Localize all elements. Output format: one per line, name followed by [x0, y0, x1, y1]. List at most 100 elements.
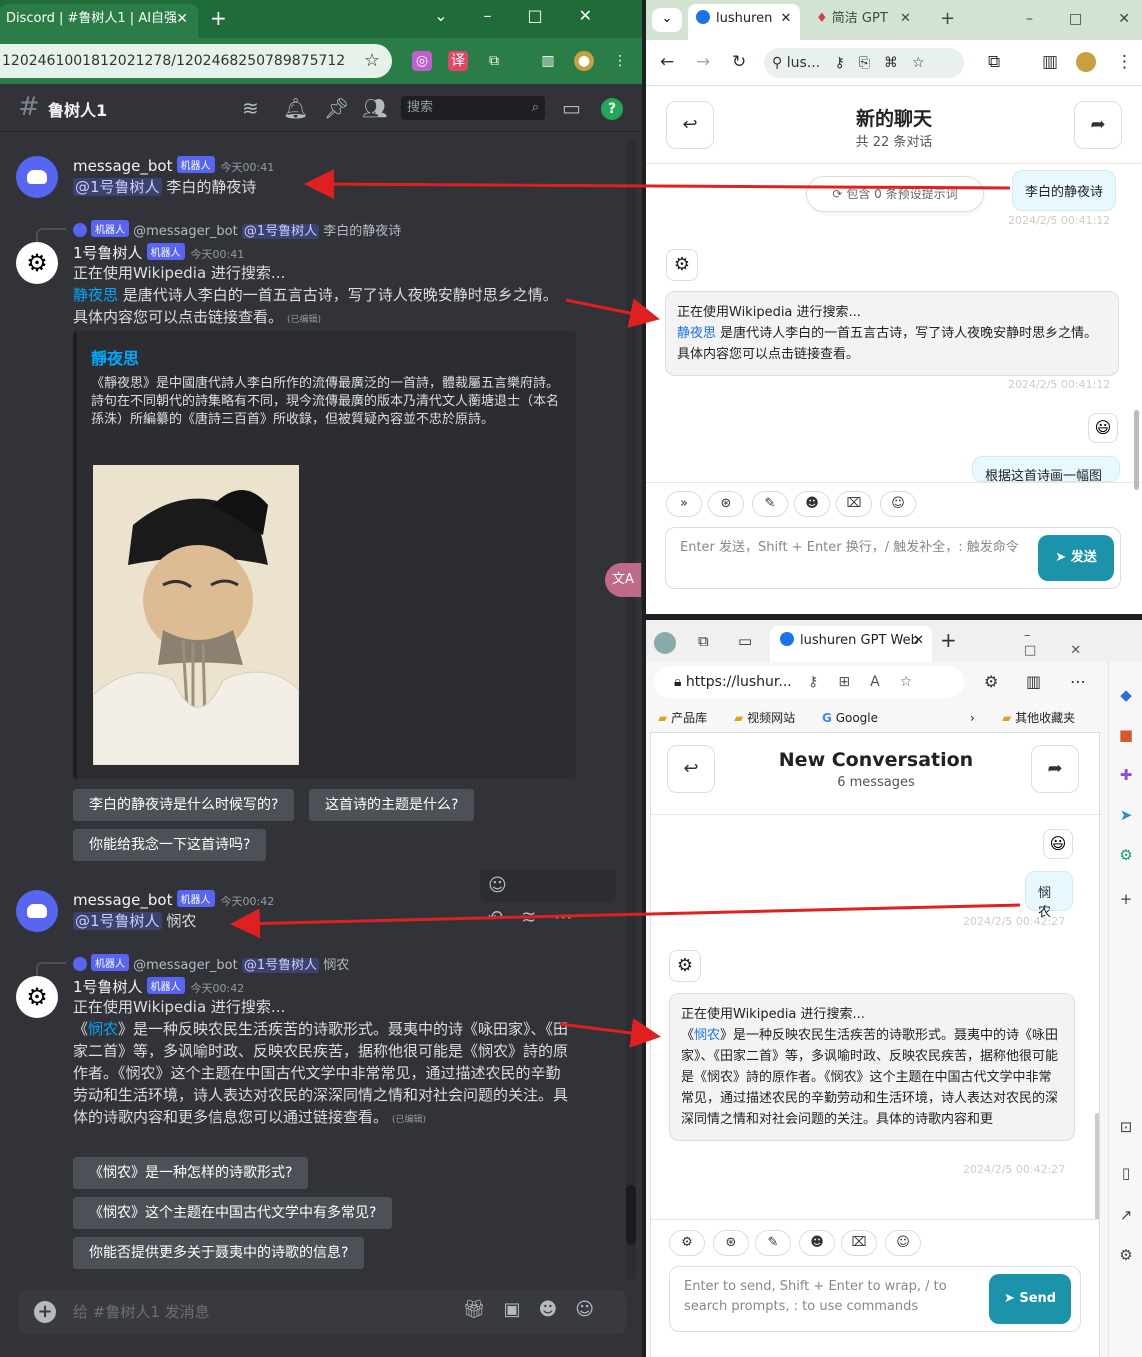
- profile-avatar[interactable]: [654, 632, 676, 654]
- bookmark-star-icon[interactable]: ☆: [364, 44, 380, 78]
- menu-kebab-icon[interactable]: ⋮: [610, 51, 630, 71]
- bell-icon[interactable]: 🔔︎: [283, 96, 308, 120]
- scroll-down-icon[interactable]: »: [666, 491, 702, 517]
- magic-wand-icon[interactable]: ✎: [752, 491, 788, 517]
- input-tools[interactable]: 🎁︎▣☻☺: [463, 1299, 612, 1320]
- extensions-icon[interactable]: ⚙: [984, 672, 998, 691]
- message-action-bar[interactable]: ☺ ↶≋⋯: [480, 870, 616, 928]
- profile-avatar[interactable]: ●: [574, 51, 594, 71]
- forward-icon[interactable]: →: [696, 52, 710, 72]
- magic-wand-icon[interactable]: ✎: [755, 1230, 791, 1256]
- close-tab-icon[interactable]: ✕: [781, 11, 792, 26]
- suggestion-button[interactable]: 你能给我念一下这首诗吗?: [73, 829, 267, 861]
- browser-tab-lushuren[interactable]: lushuren GPT Web ✕: [770, 626, 932, 662]
- extension-icon[interactable]: ◎: [412, 51, 432, 71]
- suggestion-button[interactable]: 李白的静夜诗是什么时候写的?: [73, 789, 295, 821]
- more-icon[interactable]: ⋯: [1070, 672, 1086, 691]
- screenshot-icon[interactable]: ⊡: [1115, 1116, 1137, 1138]
- author-name[interactable]: message_bot: [73, 157, 173, 175]
- share-icon[interactable]: ➦: [1074, 101, 1122, 149]
- gif-icon[interactable]: ▣: [503, 1299, 538, 1320]
- search-input[interactable]: 搜索 ⌕: [401, 96, 545, 120]
- browser-tab-simple-gpt[interactable]: ♦ 简洁 GPT ✕: [808, 4, 924, 40]
- gift-icon[interactable]: 🎁︎: [463, 1299, 504, 1320]
- clear-icon[interactable]: ⌧: [836, 491, 872, 517]
- user-mention[interactable]: @1号鲁树人: [73, 912, 162, 930]
- attach-plus-icon[interactable]: +: [34, 1301, 56, 1323]
- gear-icon[interactable]: ⚙: [1115, 1244, 1137, 1266]
- send-plane-icon[interactable]: ➤: [1115, 804, 1137, 826]
- author-name[interactable]: 1号鲁树人: [73, 978, 143, 996]
- user-mention[interactable]: @1号鲁树人: [73, 178, 162, 196]
- window-controls[interactable]: –□✕: [1018, 4, 1142, 40]
- scrollbar[interactable]: [626, 140, 636, 1280]
- help-icon[interactable]: ?: [601, 98, 623, 120]
- message-input[interactable]: + 给 #鲁树人1 发消息 🎁︎▣☻☺: [18, 1290, 626, 1334]
- puzzle-icon[interactable]: ⧉: [484, 51, 504, 71]
- url-actions[interactable]: ⚷⊞A☆: [808, 674, 932, 690]
- browser-tab-lushuren[interactable]: lushuren ✕: [688, 4, 800, 40]
- new-tab-icon[interactable]: +: [210, 6, 227, 30]
- thread-icon[interactable]: ≋: [521, 907, 554, 928]
- settings-icon[interactable]: ⚙: [669, 1230, 705, 1256]
- more-icon[interactable]: ⋯: [554, 907, 590, 928]
- wiki-link[interactable]: 静夜思: [73, 286, 118, 304]
- tools-icon[interactable]: ✚: [1115, 764, 1137, 786]
- sidebar-toggle-icon[interactable]: ▯: [1115, 1162, 1137, 1184]
- reload-icon[interactable]: ↻: [732, 52, 746, 72]
- url-field[interactable]: ⚲ lus... ⚷⎘⌘☆: [764, 48, 964, 78]
- shopping-icon[interactable]: ■: [1115, 724, 1137, 746]
- model-icon[interactable]: ⊛: [708, 491, 744, 517]
- favorite-folder[interactable]: ▰ 产品库: [658, 704, 707, 732]
- new-tab-icon[interactable]: +: [932, 4, 955, 40]
- bot-avatar[interactable]: [16, 156, 58, 198]
- author-name[interactable]: message_bot: [73, 891, 173, 909]
- browser-tab-discord[interactable]: Discord | #鲁树人1 | AI自强 ✕: [0, 4, 198, 38]
- emoji-icon[interactable]: ☺: [575, 1299, 612, 1320]
- tab-actions-icon[interactable]: ▭: [738, 632, 752, 650]
- mask-icon[interactable]: ☻: [799, 1230, 835, 1256]
- openai-avatar[interactable]: ⚙: [16, 242, 58, 284]
- send-button[interactable]: ➤ 发送: [1038, 535, 1114, 581]
- pin-icon[interactable]: 📌︎: [324, 96, 349, 120]
- share-icon[interactable]: ➦: [1031, 745, 1079, 793]
- sticker-icon[interactable]: ☻: [538, 1299, 575, 1320]
- openai-avatar[interactable]: ⚙: [16, 976, 58, 1018]
- reply-preview[interactable]: 机器人 @messager_bot @1号鲁树人 李白的静夜诗: [73, 220, 401, 239]
- close-tab-icon[interactable]: ✕: [900, 11, 911, 26]
- suggestion-button[interactable]: 你能否提供更多关于聂夷中的诗歌的信息?: [73, 1237, 365, 1269]
- close-tab-icon[interactable]: ✕: [176, 4, 188, 34]
- scrollbar-thumb[interactable]: [1134, 410, 1139, 490]
- suggestion-button[interactable]: 这首诗的主题是什么?: [309, 789, 475, 821]
- split-screen-icon[interactable]: ▥: [1026, 672, 1041, 691]
- robot-icon[interactable]: ☺: [880, 491, 916, 517]
- chevron-right-icon[interactable]: ›: [970, 704, 975, 732]
- wiki-link[interactable]: 悯农: [88, 1020, 118, 1038]
- scrollbar-thumb[interactable]: [626, 1185, 636, 1245]
- menu-kebab-icon[interactable]: ⋮: [1116, 52, 1133, 72]
- suggestion-button[interactable]: 《悯农》是一种怎样的诗歌形式?: [73, 1157, 309, 1189]
- openai-icon[interactable]: ⚙: [1115, 844, 1137, 866]
- members-icon[interactable]: 👥︎: [362, 96, 387, 120]
- model-icon[interactable]: ⊛: [713, 1230, 749, 1256]
- url-actions[interactable]: ⚷⎘⌘☆: [835, 55, 939, 71]
- preset-prompt-pill[interactable]: ⟳ 包含 0 条预设提示词: [806, 176, 984, 212]
- close-tab-icon[interactable]: ✕: [913, 626, 924, 656]
- window-controls[interactable]: ⌄–□✕: [434, 6, 628, 25]
- sidepanel-icon[interactable]: ▥: [1042, 52, 1058, 72]
- profile-avatar[interactable]: [1076, 52, 1096, 72]
- favorite-folder[interactable]: ▰ 视频网站: [734, 704, 795, 732]
- url-field[interactable]: 🔒︎ https://lushur... ⚷⊞A☆: [654, 666, 964, 698]
- copilot-icon[interactable]: ◆: [1115, 684, 1137, 706]
- reply-icon[interactable]: ↶: [488, 907, 521, 928]
- wiki-link[interactable]: 悯农: [694, 1028, 720, 1043]
- author-name[interactable]: 1号鲁树人: [73, 244, 143, 262]
- collections-icon[interactable]: ⧉: [698, 632, 709, 650]
- send-button[interactable]: ➤ Send: [989, 1274, 1071, 1324]
- window-controls[interactable]: –□✕: [1024, 628, 1142, 658]
- reply-preview[interactable]: 机器人 @messager_bot @1号鲁树人 悯农: [73, 954, 349, 973]
- translate-float-icon[interactable]: 文A: [605, 563, 641, 597]
- add-reaction-icon[interactable]: ☺: [488, 875, 525, 896]
- external-link-icon[interactable]: ↗: [1115, 1204, 1137, 1226]
- extensions-icon[interactable]: ⧉: [988, 52, 1000, 72]
